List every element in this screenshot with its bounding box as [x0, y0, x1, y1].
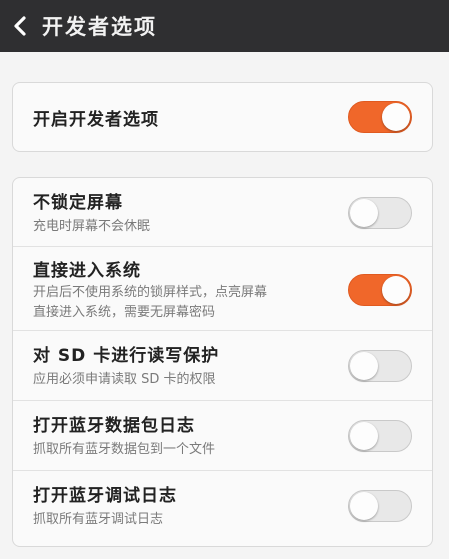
option-row-bt-snoop-log[interactable]: 打开蓝牙数据包日志 抓取所有蓝牙数据包到一个文件 — [13, 401, 432, 471]
option-label: 开启开发者选项 — [33, 110, 159, 130]
chevron-left-icon — [14, 16, 26, 36]
option-row-enable-developer[interactable]: 开启开发者选项 — [13, 83, 432, 151]
toggle-knob — [382, 103, 410, 131]
back-button[interactable] — [0, 0, 40, 52]
option-label: 不锁定屏幕 — [33, 193, 123, 213]
toggle-knob — [382, 276, 410, 304]
option-description: 应用必须申请读取 SD 卡的权限 — [33, 372, 216, 387]
stay-awake-toggle[interactable] — [348, 197, 412, 229]
toggle-knob — [350, 422, 378, 450]
option-description-line2: 直接进入系统，需要无屏幕密码 — [33, 305, 216, 320]
sd-protect-toggle[interactable] — [348, 350, 412, 382]
option-description: 抓取所有蓝牙调试日志 — [33, 512, 164, 527]
skip-lockscreen-toggle[interactable] — [348, 274, 412, 306]
option-label: 打开蓝牙调试日志 — [33, 486, 177, 506]
option-label: 对 SD 卡进行读写保护 — [33, 346, 220, 366]
toggle-knob — [350, 352, 378, 380]
option-row-skip-lockscreen[interactable]: 直接进入系统 开启后不使用系统的锁屏样式，点亮屏幕 直接进入系统，需要无屏幕密码 — [13, 247, 432, 331]
developer-options-toggle[interactable] — [348, 101, 412, 133]
bt-snoop-log-toggle[interactable] — [348, 420, 412, 452]
option-description: 抓取所有蓝牙数据包到一个文件 — [33, 442, 216, 457]
option-label: 打开蓝牙数据包日志 — [33, 416, 195, 436]
toggle-knob — [350, 199, 378, 227]
page-title: 开发者选项 — [42, 15, 157, 39]
toggle-knob — [350, 492, 378, 520]
bt-debug-log-toggle[interactable] — [348, 490, 412, 522]
developer-options-card: 开启开发者选项 — [12, 82, 433, 152]
option-description: 开启后不使用系统的锁屏样式，点亮屏幕 — [33, 285, 268, 300]
option-label: 直接进入系统 — [33, 261, 141, 281]
option-description: 充电时屏幕不会休眠 — [33, 219, 151, 234]
options-list-card: 不锁定屏幕 充电时屏幕不会休眠 直接进入系统 开启后不使用系统的锁屏样式，点亮屏… — [12, 177, 433, 547]
option-row-bt-debug-log[interactable]: 打开蓝牙调试日志 抓取所有蓝牙调试日志 — [13, 471, 432, 546]
option-row-sd-protect[interactable]: 对 SD 卡进行读写保护 应用必须申请读取 SD 卡的权限 — [13, 331, 432, 401]
title-bar: 开发者选项 — [0, 0, 449, 52]
option-row-stay-awake[interactable]: 不锁定屏幕 充电时屏幕不会休眠 — [13, 178, 432, 247]
